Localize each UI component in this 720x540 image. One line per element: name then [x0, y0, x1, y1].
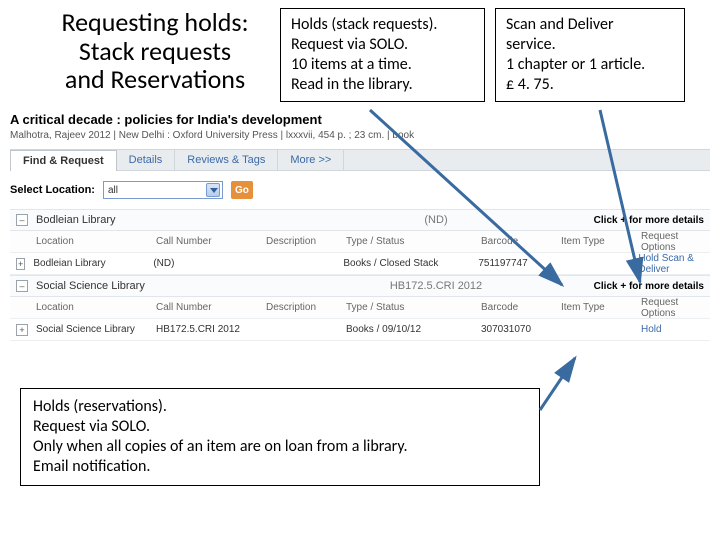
columns-header: Location Call Number Description Type / …: [10, 297, 710, 319]
tab-bar: Find & Request Details Reviews & Tags Mo…: [10, 149, 710, 171]
go-button[interactable]: Go: [231, 181, 253, 199]
box-line: 10 items at a time.: [291, 55, 474, 75]
header-row: Requesting holds: Stack requests and Res…: [0, 0, 720, 108]
box-line: Holds (reservations).: [33, 397, 527, 417]
col-location: Location: [36, 302, 156, 313]
tab-reviews[interactable]: Reviews & Tags: [175, 150, 278, 170]
cell-type: Books / Closed Stack: [343, 258, 478, 269]
library-name: Social Science Library: [36, 280, 336, 292]
box-line: Request via SOLO.: [33, 417, 527, 437]
item-row: + Bodleian Library (ND) Books / Closed S…: [10, 253, 710, 275]
col-description: Description: [266, 302, 346, 313]
box-scan-deliver: Scan and Deliver service. 1 chapter or 1…: [495, 8, 685, 102]
library-locator: HB172.5.CRI 2012: [336, 280, 536, 292]
col-request: Request Options: [641, 231, 704, 253]
location-filter-label: Select Location:: [10, 184, 95, 196]
more-details-hint: Click + for more details: [594, 215, 704, 226]
item-row: + Social Science Library HB172.5.CRI 201…: [10, 319, 710, 341]
col-description: Description: [266, 236, 346, 247]
library-name: Bodleian Library: [36, 214, 336, 226]
cell-barcode: 307031070: [481, 324, 561, 335]
record-title: A critical decade : policies for India's…: [10, 112, 710, 127]
cell-request-options[interactable]: Hold Scan & Deliver: [638, 253, 704, 275]
columns-header: Location Call Number Description Type / …: [10, 231, 710, 253]
col-call-number: Call Number: [156, 302, 266, 313]
cell-type: Books / 09/10/12: [346, 324, 481, 335]
box-line: service.: [506, 35, 674, 55]
library-locator: (ND): [336, 214, 536, 226]
more-details-hint: Click + for more details: [594, 281, 704, 292]
title-line: Stack requests: [40, 37, 270, 66]
cell-call: HB172.5.CRI 2012: [156, 324, 266, 335]
tab-find-request[interactable]: Find & Request: [10, 150, 117, 171]
collapse-icon[interactable]: –: [16, 280, 28, 292]
title-line: Requesting holds:: [40, 8, 270, 37]
expand-icon[interactable]: +: [16, 258, 25, 270]
title-line: and Reservations: [40, 65, 270, 94]
col-barcode: Barcode: [481, 236, 561, 247]
box-line: Email notification.: [33, 457, 527, 477]
location-select[interactable]: all: [103, 181, 223, 199]
col-request: Request Options: [641, 297, 704, 319]
tab-more[interactable]: More >>: [278, 150, 344, 170]
record-meta: Malhotra, Rajeev 2012 | New Delhi : Oxfo…: [10, 130, 710, 141]
col-type-status: Type / Status: [346, 236, 481, 247]
chevron-down-icon: [206, 183, 220, 197]
col-call-number: Call Number: [156, 236, 266, 247]
box-line: £ 4. 75.: [506, 75, 674, 95]
box-line: Holds (stack requests).: [291, 15, 474, 35]
box-reservations: Holds (reservations). Request via SOLO. …: [20, 388, 540, 486]
slide-title: Requesting holds: Stack requests and Res…: [40, 8, 270, 94]
cell-location: Bodleian Library: [33, 258, 153, 269]
box-stack-requests: Holds (stack requests). Request via SOLO…: [280, 8, 485, 102]
library-group-bodleian[interactable]: – Bodleian Library (ND) Click + for more…: [10, 209, 710, 231]
box-line: 1 chapter or 1 article.: [506, 55, 674, 75]
col-location: Location: [36, 236, 156, 247]
expand-icon[interactable]: +: [16, 324, 28, 336]
col-type-status: Type / Status: [346, 302, 481, 313]
cell-barcode: 751197747: [478, 258, 558, 269]
cell-location: Social Science Library: [36, 324, 156, 335]
box-line: Scan and Deliver: [506, 15, 674, 35]
cell-request-options[interactable]: Hold: [641, 324, 704, 335]
col-item-type: Item Type: [561, 236, 641, 247]
col-item-type: Item Type: [561, 302, 641, 313]
cell-call: (ND): [153, 258, 263, 269]
tab-details[interactable]: Details: [117, 150, 176, 170]
box-line: Read in the library.: [291, 75, 474, 95]
col-barcode: Barcode: [481, 302, 561, 313]
library-group-ssl[interactable]: – Social Science Library HB172.5.CRI 201…: [10, 275, 710, 297]
box-line: Request via SOLO.: [291, 35, 474, 55]
location-filter-row: Select Location: all Go: [10, 171, 710, 209]
box-line: Only when all copies of an item are on l…: [33, 437, 527, 457]
location-select-value: all: [108, 185, 118, 196]
collapse-icon[interactable]: –: [16, 214, 28, 226]
catalog-panel: A critical decade : policies for India's…: [10, 112, 710, 341]
